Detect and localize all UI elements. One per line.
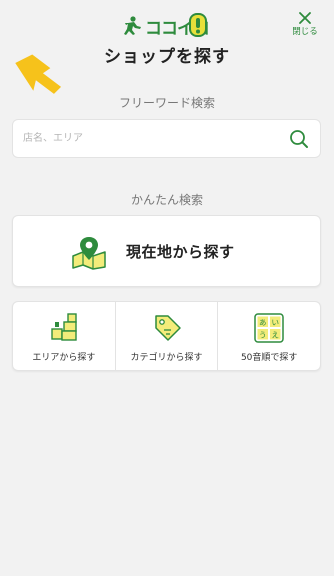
location-map-icon xyxy=(72,237,106,270)
easy-search-title: かんたん検索 xyxy=(130,193,203,207)
kana-e: え xyxy=(272,330,280,339)
kana-grid-icon: あ い う え xyxy=(254,313,284,343)
category-tag-icon xyxy=(154,315,181,341)
search-by-category-label: カテゴリから探す xyxy=(130,353,203,363)
cocoico-logo: ココイコ xyxy=(124,13,210,39)
close-icon xyxy=(299,12,311,24)
search-by-syllabary-button[interactable]: あ い う え 50音順で探す xyxy=(218,302,320,370)
search-icon[interactable] xyxy=(288,128,310,150)
search-by-category-button[interactable]: カテゴリから探す xyxy=(116,302,219,370)
search-options-row: エリアから探す カテゴリから探す あ い う え 50音順で探す xyxy=(12,301,321,371)
search-by-area-label: エリアから探す xyxy=(32,353,96,363)
close-label: 閉じる xyxy=(292,27,318,37)
search-by-area-button[interactable]: エリアから探す xyxy=(13,302,116,370)
close-button[interactable]: 閉じる xyxy=(290,12,320,40)
kana-u: う xyxy=(259,330,267,339)
area-map-icon xyxy=(51,313,77,341)
search-by-location-label: 現在地から探す xyxy=(126,243,235,261)
kana-i: い xyxy=(272,318,280,327)
search-box xyxy=(12,119,321,158)
search-by-syllabary-label: 50音順で探す xyxy=(240,353,298,363)
free-word-search-title: フリーワード検索 xyxy=(118,96,215,110)
search-input[interactable] xyxy=(23,120,273,157)
kana-a: あ xyxy=(259,318,267,327)
search-by-location-button[interactable]: 現在地から探す xyxy=(12,215,321,287)
